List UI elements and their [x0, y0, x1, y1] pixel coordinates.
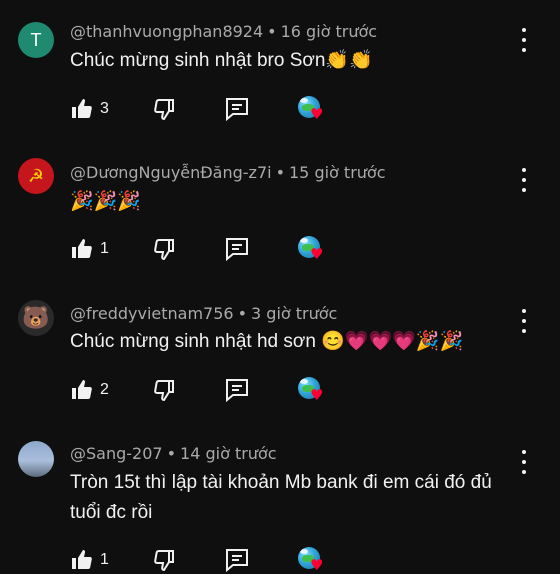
thumbs-up-icon	[72, 550, 92, 569]
like-button[interactable]: 3	[70, 95, 109, 123]
separator: •	[237, 304, 248, 323]
comment-actions: 3 ♥	[70, 95, 370, 123]
creator-heart: ♥	[298, 377, 324, 403]
reply-button[interactable]	[224, 235, 250, 263]
thumbs-down-icon	[154, 550, 174, 572]
comment-actions: 2 ♥	[70, 376, 370, 404]
more-vert-icon[interactable]	[514, 450, 534, 474]
creator-heart-icon: ♥	[310, 105, 324, 123]
avatar-letter: T	[30, 29, 42, 50]
like-button[interactable]: 1	[70, 235, 109, 263]
comment-meta: @DươngNguyễnĐăng-z7i • 15 giờ trước	[70, 163, 386, 182]
comment-text: Chúc mừng sinh nhật bro Sơn👏👏	[70, 50, 373, 71]
comment-actions: 1 ♥	[70, 235, 370, 263]
avatar[interactable]: T	[18, 22, 54, 58]
thumbs-up-icon	[72, 99, 92, 118]
creator-heart-icon: ♥	[310, 386, 324, 404]
avatar[interactable]: ☭	[18, 158, 54, 194]
dislike-button[interactable]	[152, 546, 176, 574]
like-count: 1	[100, 240, 109, 257]
separator: •	[275, 163, 285, 182]
avatar[interactable]: 🐻	[18, 300, 54, 336]
comment-actions: 1 ♥	[70, 546, 370, 574]
dislike-button[interactable]	[152, 376, 176, 404]
reply-icon	[226, 549, 248, 573]
creator-heart-icon: ♥	[310, 556, 324, 574]
separator: •	[166, 444, 177, 463]
author-name[interactable]: @DươngNguyễnĐăng-z7i	[70, 163, 272, 182]
like-count: 3	[100, 100, 109, 117]
reply-icon	[226, 238, 248, 262]
thumbs-up-icon	[72, 380, 92, 399]
thumbs-down-icon	[154, 99, 174, 121]
timestamp[interactable]: 14 giờ trước	[180, 444, 277, 463]
dislike-button[interactable]	[152, 235, 176, 263]
more-vert-icon[interactable]	[514, 168, 534, 192]
author-name[interactable]: @thanhvuongphan8924	[70, 22, 263, 41]
timestamp[interactable]: 16 giờ trước	[281, 22, 378, 41]
comment-text: Chúc mừng sinh nhật hd sơn 😊💗💗💗🎉🎉	[70, 331, 464, 352]
creator-heart: ♥	[298, 547, 324, 573]
timestamp[interactable]: 15 giờ trước	[289, 163, 386, 182]
reply-icon	[226, 98, 248, 122]
dislike-button[interactable]	[152, 95, 176, 123]
like-count: 1	[100, 551, 109, 568]
reply-icon	[226, 379, 248, 403]
thumbs-up-icon	[72, 239, 92, 258]
avatar-image: 🐻	[22, 305, 50, 331]
separator: •	[267, 22, 277, 41]
like-count: 2	[100, 381, 109, 398]
author-name[interactable]: @freddyvietnam756	[70, 304, 234, 323]
reply-button[interactable]	[224, 95, 250, 123]
comment-meta: @thanhvuongphan8924 • 16 giờ trước	[70, 22, 377, 41]
reply-button[interactable]	[224, 376, 250, 404]
like-button[interactable]: 1	[70, 546, 109, 574]
more-vert-icon[interactable]	[514, 28, 534, 52]
avatar[interactable]	[18, 441, 54, 477]
creator-heart-icon: ♥	[310, 245, 324, 263]
timestamp[interactable]: 3 giờ trước	[251, 304, 337, 323]
creator-heart: ♥	[298, 96, 324, 122]
author-name[interactable]: @Sang-207	[70, 444, 163, 463]
more-vert-icon[interactable]	[514, 309, 534, 333]
comment-meta: @freddyvietnam756 • 3 giờ trước	[70, 304, 337, 323]
like-button[interactable]: 2	[70, 376, 109, 404]
comment-text: 🎉🎉🎉	[70, 191, 141, 212]
avatar-emblem: ☭	[27, 165, 45, 187]
comment-meta: @Sang-207 • 14 giờ trước	[70, 444, 277, 463]
comment-text: Tròn 15t thì lập tài khoản Mb bank đi em…	[70, 472, 492, 523]
creator-heart: ♥	[298, 236, 324, 262]
reply-button[interactable]	[224, 546, 250, 574]
thumbs-down-icon	[154, 239, 174, 261]
thumbs-down-icon	[154, 380, 174, 402]
